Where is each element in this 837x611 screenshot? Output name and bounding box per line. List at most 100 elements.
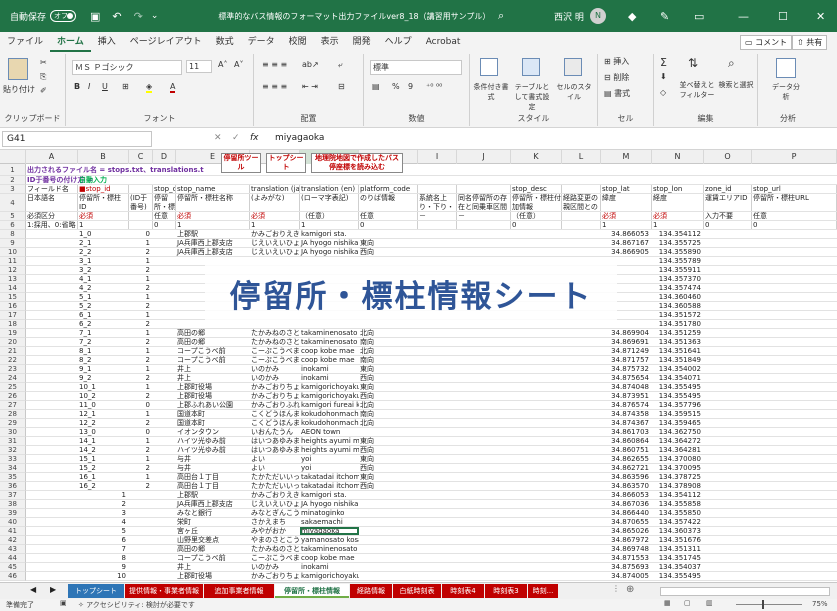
stop-tool-button[interactable]: 停留所ツール — [221, 153, 261, 173]
stop-lon-cell[interactable]: 134.357422 — [652, 518, 704, 526]
header-cell[interactable]: 緯度 — [601, 194, 652, 211]
id-suffix-cell[interactable]: 1 — [129, 383, 153, 391]
stop-id-cell[interactable]: 7 — [78, 545, 129, 553]
reading-cell[interactable]: かみごおりえき — [250, 230, 300, 238]
header-cell[interactable]: 任意 — [359, 212, 418, 220]
decimal-icon[interactable]: ⁺⁰ ⁰⁰ — [426, 82, 442, 91]
reading-cell[interactable]: たかみねのさと — [250, 545, 300, 553]
romaji-cell[interactable]: yoi — [300, 464, 359, 472]
row-header[interactable]: 29 — [0, 419, 26, 428]
column-header[interactable]: J — [457, 150, 511, 164]
romaji-cell[interactable]: takaminenosato — [300, 329, 359, 337]
stop-name-cell[interactable]: 国道本町 — [176, 410, 250, 418]
sheet-tab[interactable]: 提供情報・事業者情報 — [125, 584, 203, 598]
stop-lon-cell[interactable]: 134.360373 — [652, 527, 704, 535]
platform-cell[interactable] — [359, 563, 418, 571]
header-cell[interactable]: 1:採用、0:省略 — [26, 221, 78, 229]
enter-icon[interactable]: ✓ — [232, 133, 240, 143]
reading-cell[interactable]: いのかみ — [250, 563, 300, 571]
platform-cell[interactable]: 西向 — [359, 374, 418, 382]
row-header[interactable]: 34 — [0, 464, 26, 473]
stop-lon-cell[interactable]: 134.364272 — [652, 437, 704, 445]
font-size-select[interactable]: 11 — [186, 60, 212, 73]
header-cell[interactable] — [562, 221, 601, 229]
stop-lon-cell[interactable]: 134.359515 — [652, 410, 704, 418]
reading-cell[interactable]: こくどうほんまち — [250, 419, 300, 427]
stop-id-cell[interactable]: 10 — [78, 572, 129, 580]
reading-cell[interactable]: かみごおりちょうやく — [250, 392, 300, 400]
reading-cell[interactable]: やまのさとこうさてん — [250, 536, 300, 544]
stop-lon-cell[interactable]: 134.351849 — [652, 356, 704, 364]
avatar[interactable]: N — [590, 8, 606, 24]
data-analysis-icon[interactable] — [776, 58, 796, 78]
reading-cell[interactable]: よい — [250, 464, 300, 472]
row-header[interactable]: 33 — [0, 455, 26, 464]
header-cell[interactable]: 0 — [752, 221, 837, 229]
stop-lon-cell[interactable]: 134.351641 — [652, 347, 704, 355]
stop-name-cell[interactable]: コープこうべ前 — [176, 347, 250, 355]
header-cell[interactable] — [129, 221, 153, 229]
header-cell[interactable]: 系統名上り・下り・順路等の区分、乗り場等 — [418, 194, 457, 211]
header-cell[interactable]: 日本語名 — [26, 194, 78, 211]
font-name-select[interactable]: ＭＳ Ｐゴシック — [72, 60, 182, 75]
row-header[interactable]: 18 — [0, 320, 26, 329]
stop-lat-cell[interactable]: 34.874048 — [601, 383, 652, 391]
column-header[interactable]: P — [752, 150, 837, 164]
romaji-cell[interactable]: takaminenosato — [300, 545, 359, 553]
id-suffix-cell[interactable]: 2 — [129, 464, 153, 472]
romaji-cell[interactable]: heights ayumi mae — [300, 446, 359, 454]
row-header[interactable]: 25 — [0, 383, 26, 392]
row-header[interactable]: 10 — [0, 248, 26, 257]
orientation-icon[interactable]: ab↗ — [302, 60, 319, 69]
id-suffix-cell[interactable]: 1 — [129, 347, 153, 355]
stop-id-cell[interactable]: 3 — [78, 509, 129, 517]
shrink-font-icon[interactable]: A˅ — [234, 60, 243, 69]
id-suffix-cell[interactable]: 2 — [129, 284, 153, 292]
underline-icon[interactable]: U — [102, 82, 108, 91]
romaji-cell[interactable]: kokudohonmachi — [300, 410, 359, 418]
row-header[interactable]: 46 — [0, 572, 26, 581]
header-cell[interactable]: 任意 — [153, 212, 176, 220]
format-painter-icon[interactable]: ✐ — [40, 86, 47, 95]
zoom-level[interactable]: 75% — [812, 600, 828, 608]
id-suffix-cell[interactable]: 1 — [129, 473, 153, 481]
fill-icon[interactable]: ⬇ — [660, 72, 667, 81]
stop-lat-cell[interactable]: 34.861703 — [601, 428, 652, 436]
platform-cell[interactable]: 西向 — [359, 392, 418, 400]
stop-lon-cell[interactable]: 134.351780 — [652, 320, 704, 328]
header-cell[interactable] — [562, 212, 601, 220]
reading-cell[interactable]: さかえまち — [250, 518, 300, 526]
row-header[interactable]: 19 — [0, 329, 26, 338]
platform-cell[interactable] — [359, 491, 418, 499]
save-icon[interactable]: ▣ — [90, 10, 100, 23]
stop-name-cell[interactable]: JA兵庫西上郡支店 — [176, 239, 250, 247]
row-header[interactable]: 9 — [0, 239, 26, 248]
zoom-slider[interactable] — [736, 604, 802, 605]
header-cell[interactable] — [129, 185, 153, 193]
header-cell[interactable]: （任意） — [511, 212, 562, 220]
header-cell[interactable]: 経路変更の親区間との自動対応 — [562, 194, 601, 211]
stop-id-cell[interactable]: 4 — [78, 518, 129, 526]
tab-view[interactable]: 表示 — [314, 32, 346, 52]
sheet-tab[interactable]: 時刻... — [528, 584, 558, 598]
stop-lon-cell[interactable]: 134.351311 — [652, 545, 704, 553]
id-rule-value[interactable]: 自動入力 — [78, 176, 129, 184]
id-suffix-cell[interactable]: 2 — [129, 356, 153, 364]
macro-icon[interactable]: ▣ — [60, 599, 67, 607]
row-header[interactable]: 23 — [0, 365, 26, 374]
sort-filter-button[interactable]: 並べ替えとフィルター — [678, 80, 716, 100]
reading-cell[interactable]: じえいえいひょうごに — [250, 239, 300, 247]
header-cell[interactable]: のりば情報 — [359, 194, 418, 211]
romaji-cell[interactable]: yamanosato kosaten — [300, 536, 359, 544]
undo-icon[interactable]: ↶ — [112, 10, 121, 23]
stop-lon-cell[interactable]: 134.357370 — [652, 275, 704, 283]
stop-name-cell[interactable]: 宮ヶ丘 — [176, 527, 250, 535]
stop-name-cell[interactable]: コープこうべ前 — [176, 554, 250, 562]
row-header[interactable]: 17 — [0, 311, 26, 320]
formula-input[interactable]: miyagaoka — [275, 133, 324, 143]
header-cell[interactable] — [457, 221, 511, 229]
reading-cell[interactable]: こくどうほんまち — [250, 410, 300, 418]
row-header[interactable]: 16 — [0, 302, 26, 311]
comment-button[interactable]: ▭ コメント — [740, 35, 793, 50]
stop-name-cell[interactable]: 高田の郷 — [176, 329, 250, 337]
